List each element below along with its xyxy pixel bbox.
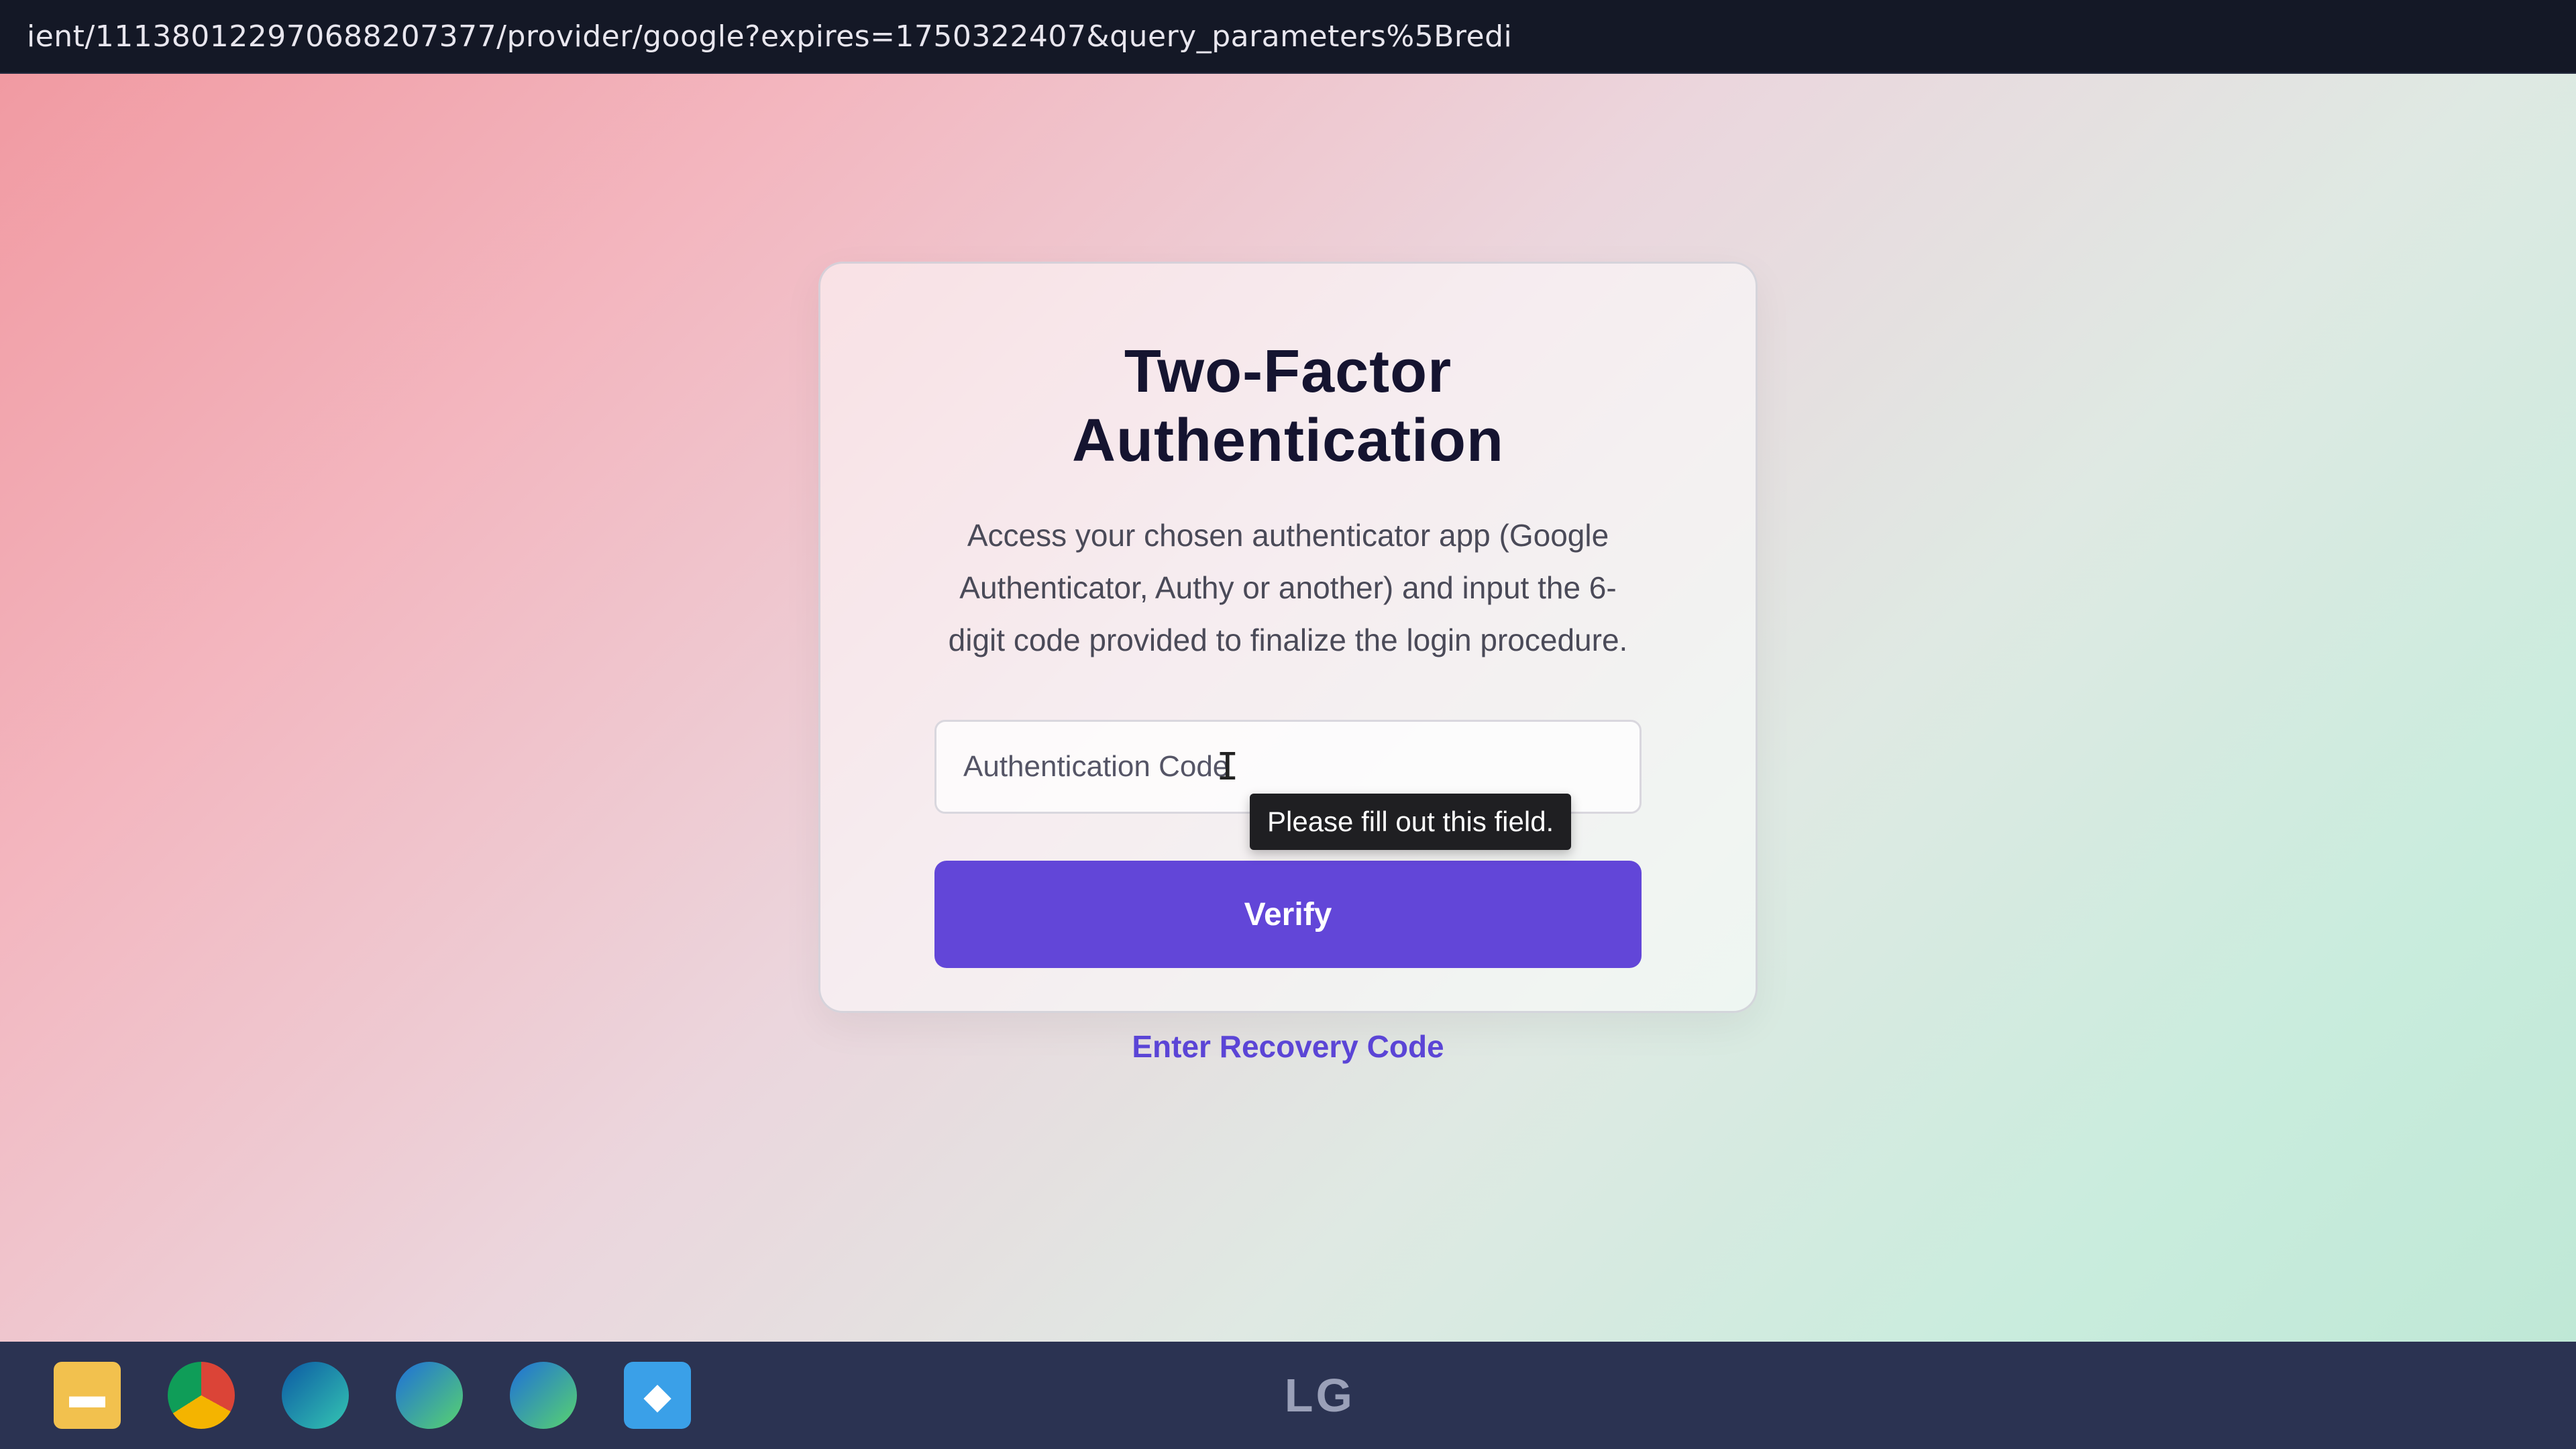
address-bar[interactable]: ient/1113801229706882073​77/provider/goo… xyxy=(0,0,2576,74)
instructions-text: Access your chosen authenticator app (Go… xyxy=(948,518,1628,657)
verify-button[interactable]: Verify xyxy=(934,861,1642,968)
screen: ient/1113801229706882073​77/provider/goo… xyxy=(0,0,2576,1449)
edge-dev-icon[interactable] xyxy=(510,1362,577,1429)
page-background: Two-Factor Authentication Access your ch… xyxy=(0,74,2576,1342)
edge-icon[interactable] xyxy=(282,1362,349,1429)
chrome-icon[interactable] xyxy=(168,1362,235,1429)
auth-code-field-wrap: I Please fill out this field. xyxy=(934,720,1642,850)
page-title: Two-Factor Authentication xyxy=(1072,338,1504,474)
validation-tooltip: Please fill out this field. xyxy=(1250,794,1572,850)
text-cursor-icon: I xyxy=(1216,745,1239,789)
folder-icon[interactable]: ▬ xyxy=(54,1362,121,1429)
app-icon[interactable]: ◆ xyxy=(624,1362,691,1429)
url-text[interactable]: ient/1113801229706882073​77/provider/goo… xyxy=(27,19,1512,54)
enter-recovery-code-link[interactable]: Enter Recovery Code xyxy=(934,1028,1642,1065)
two-factor-card: Two-Factor Authentication Access your ch… xyxy=(818,262,1758,1064)
monitor-brand-logo: LG xyxy=(1284,1369,1355,1421)
edge-beta-icon[interactable] xyxy=(396,1362,463,1429)
